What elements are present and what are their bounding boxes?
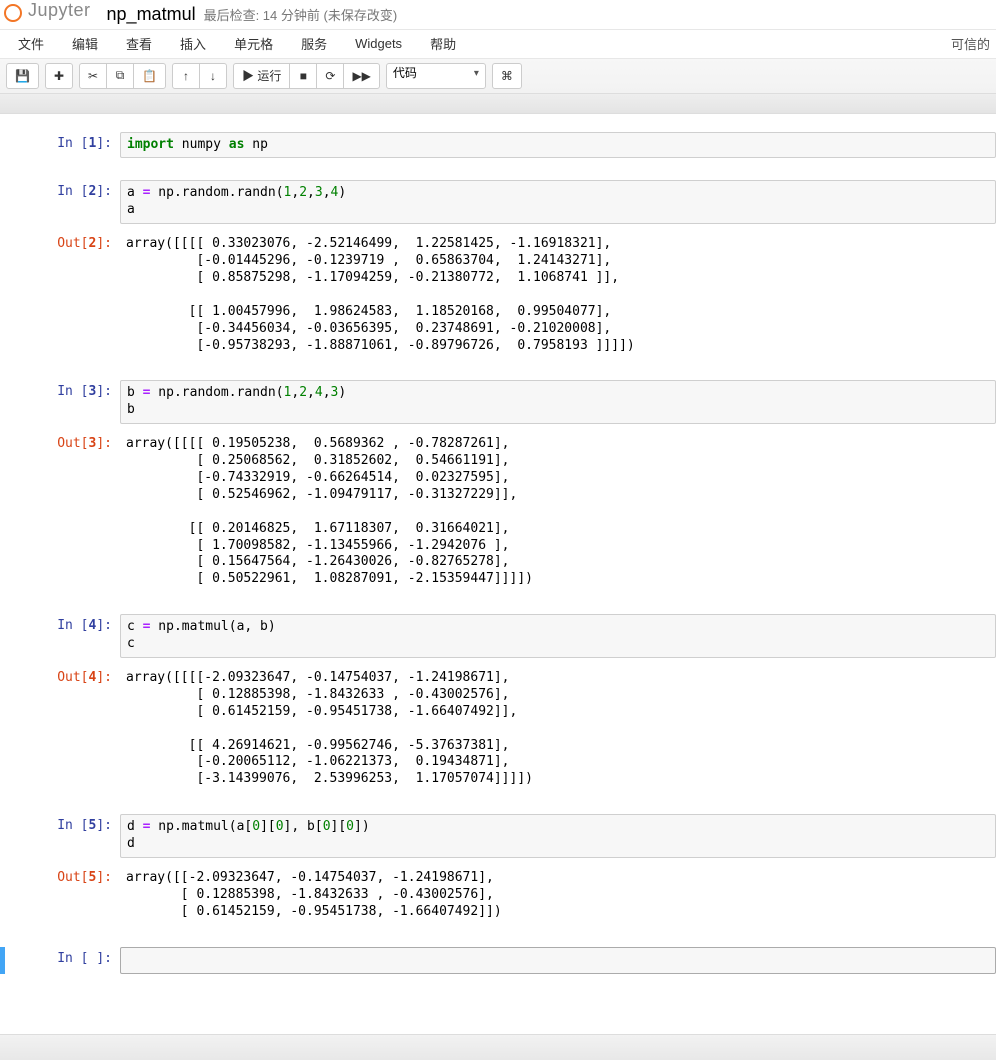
stop-icon: ■ <box>300 69 307 83</box>
cell-type-select[interactable]: 代码 <box>386 63 486 89</box>
code-cell[interactable]: In [3]: b = np.random.randn(1,2,4,3) b <box>0 378 996 426</box>
output-cell: Out[3]: array([[[[ 0.19505238, 0.5689362… <box>0 430 996 594</box>
menu-cell[interactable]: 单元格 <box>220 28 287 59</box>
plus-icon: ✚ <box>54 69 64 83</box>
output-text: array([[[[ 0.19505238, 0.5689362 , -0.78… <box>120 432 996 592</box>
copy-button[interactable]: ⧉ <box>106 63 134 89</box>
input-prompt: In [4]: <box>0 614 120 658</box>
menu-widgets[interactable]: Widgets <box>341 30 416 57</box>
jupyter-logo[interactable]: Jupyter <box>0 0 99 21</box>
move-down-button[interactable]: ↓ <box>199 63 227 89</box>
code-input[interactable] <box>120 947 996 974</box>
menubar: 文件 编辑 查看 插入 单元格 服务 Widgets 帮助 可信的 <box>0 29 996 59</box>
output-prompt: Out[3]: <box>0 432 120 592</box>
paste-icon: 📋 <box>142 69 157 83</box>
save-icon: 💾 <box>15 69 30 83</box>
input-prompt: In [ ]: <box>0 947 120 974</box>
stop-button[interactable]: ■ <box>289 63 317 89</box>
keyboard-icon: ⌘ <box>501 69 513 83</box>
notebook-container: In [1]: import numpy as np In [2]: a = n… <box>0 114 996 1020</box>
output-text: array([[[[-2.09323647, -0.14754037, -1.2… <box>120 666 996 792</box>
code-input[interactable]: import numpy as np <box>120 132 996 159</box>
output-cell: Out[5]: array([[-2.09323647, -0.14754037… <box>0 864 996 927</box>
output-text: array([[[[ 0.33023076, -2.52146499, 1.22… <box>120 232 996 358</box>
fast-forward-icon: ▶▶ <box>352 69 370 83</box>
menu-insert[interactable]: 插入 <box>166 28 220 59</box>
output-cell: Out[4]: array([[[[-2.09323647, -0.147540… <box>0 664 996 794</box>
toolbar: 💾 ✚ ✂ ⧉ 📋 ↑ ↓ ▶ 运行 ■ ⟳ ▶▶ 代码 ⌘ <box>0 59 996 94</box>
footer-band <box>0 1034 996 1060</box>
code-input[interactable]: c = np.matmul(a, b) c <box>120 614 996 658</box>
menu-view[interactable]: 查看 <box>112 28 166 59</box>
code-cell[interactable]: In [5]: d = np.matmul(a[0][0], b[0][0]) … <box>0 812 996 860</box>
input-prompt: In [1]: <box>0 132 120 159</box>
add-cell-button[interactable]: ✚ <box>45 63 73 89</box>
code-input[interactable]: a = np.random.randn(1,2,3,4) a <box>120 180 996 224</box>
code-cell[interactable]: In [2]: a = np.random.randn(1,2,3,4) a <box>0 178 996 226</box>
code-cell[interactable]: In [4]: c = np.matmul(a, b) c <box>0 612 996 660</box>
restart-button[interactable]: ⟳ <box>316 63 344 89</box>
trusted-indicator[interactable]: 可信的 <box>951 34 990 53</box>
toolbar-shadow <box>0 94 996 114</box>
checkpoint-status: 最后检查: 14 分钟前 (未保存改变) <box>204 5 398 24</box>
cell-type-value: 代码 <box>393 66 417 80</box>
code-cell[interactable]: In [1]: import numpy as np <box>0 130 996 161</box>
code-input[interactable]: d = np.matmul(a[0][0], b[0][0]) d <box>120 814 996 858</box>
notebook-name[interactable]: np_matmul <box>107 4 196 25</box>
menu-edit[interactable]: 编辑 <box>58 28 112 59</box>
command-palette-button[interactable]: ⌘ <box>492 63 522 89</box>
restart-icon: ⟳ <box>325 69 335 83</box>
arrow-up-icon: ↑ <box>183 69 189 83</box>
input-prompt: In [2]: <box>0 180 120 224</box>
menu-file[interactable]: 文件 <box>4 28 58 59</box>
output-prompt: Out[4]: <box>0 666 120 792</box>
header: Jupyter np_matmul 最后检查: 14 分钟前 (未保存改变) <box>0 0 996 29</box>
run-button[interactable]: ▶ 运行 <box>233 63 290 89</box>
input-prompt: In [3]: <box>0 380 120 424</box>
input-prompt: In [5]: <box>0 814 120 858</box>
output-prompt: Out[2]: <box>0 232 120 358</box>
menu-help[interactable]: 帮助 <box>416 28 470 59</box>
cut-icon: ✂ <box>88 69 98 83</box>
copy-icon: ⧉ <box>116 68 125 83</box>
save-button[interactable]: 💾 <box>6 63 39 89</box>
jupyter-logo-text: Jupyter <box>28 0 91 21</box>
run-label: ▶ 运行 <box>242 67 281 84</box>
run-all-button[interactable]: ▶▶ <box>343 63 379 89</box>
jupyter-logo-icon <box>4 4 22 22</box>
output-text: array([[-2.09323647, -0.14754037, -1.241… <box>120 866 996 925</box>
menu-kernel[interactable]: 服务 <box>287 28 341 59</box>
arrow-down-icon: ↓ <box>210 69 216 83</box>
paste-button[interactable]: 📋 <box>133 63 166 89</box>
output-cell: Out[2]: array([[[[ 0.33023076, -2.521464… <box>0 230 996 360</box>
cut-button[interactable]: ✂ <box>79 63 107 89</box>
code-cell-empty[interactable]: In [ ]: <box>0 945 996 976</box>
code-input[interactable]: b = np.random.randn(1,2,4,3) b <box>120 380 996 424</box>
output-prompt: Out[5]: <box>0 866 120 925</box>
move-up-button[interactable]: ↑ <box>172 63 200 89</box>
